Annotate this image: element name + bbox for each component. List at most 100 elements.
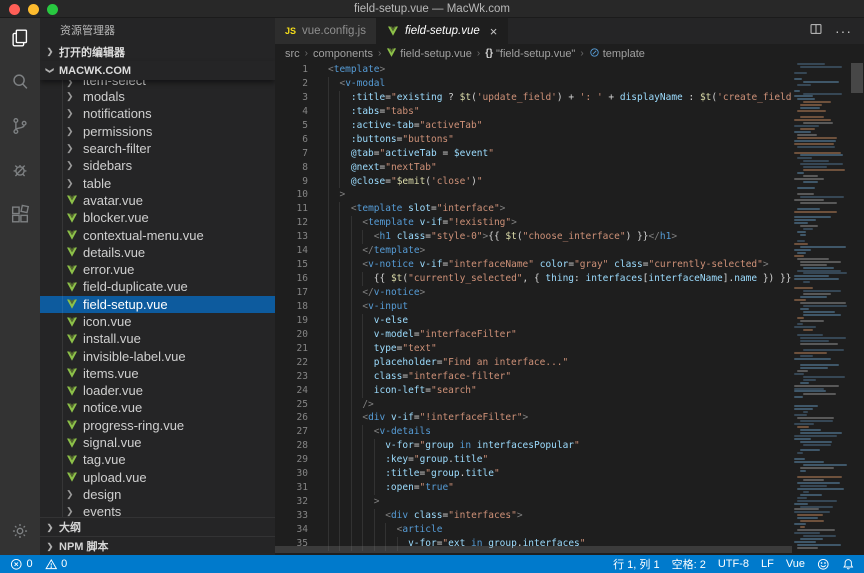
vertical-scrollbar[interactable] [850, 63, 864, 555]
code-line-33[interactable]: 33 <div class="interfaces"> [275, 509, 792, 523]
close-window-button[interactable] [9, 4, 20, 15]
code-line-27[interactable]: 27 <v-details [275, 425, 792, 439]
tree-file-tag.vue[interactable]: tag.vue [40, 451, 275, 468]
code-line-16[interactable]: 16 {{ $t("currently_selected", { thing: … [275, 272, 792, 286]
breadcrumb-item-3[interactable]: field-setup.vue [386, 47, 472, 61]
activity-item-debug[interactable] [0, 150, 40, 194]
tree-folder-table[interactable]: ❯table [40, 174, 275, 191]
tree-file-field-duplicate.vue[interactable]: field-duplicate.vue [40, 278, 275, 295]
breadcrumb-item-5[interactable]: template [589, 47, 645, 61]
breadcrumb-item-4[interactable]: {}"field-setup.vue" [485, 48, 575, 60]
code-line-12[interactable]: 12 <template v-if="!existing"> [275, 216, 792, 230]
breadcrumb-item-2[interactable]: components [313, 48, 373, 60]
code-line-28[interactable]: 28 v-for="group in interfacesPopular" [275, 439, 792, 453]
status-right-item-2[interactable]: UTF-8 [718, 558, 749, 570]
tree-file-invisible-label.vue[interactable]: invisible-label.vue [40, 347, 275, 364]
split-editor-icon[interactable] [809, 22, 823, 41]
code-line-20[interactable]: 20 v-model="interfaceFilter" [275, 328, 792, 342]
code-line-3[interactable]: 3 :title="existing ? $t('update_field') … [275, 91, 792, 105]
status-right-item-0[interactable]: 行 1, 列 1 [613, 556, 659, 572]
code-line-5[interactable]: 5 :active-tab="activeTab" [275, 119, 792, 133]
activity-item-files[interactable] [0, 18, 40, 62]
code-line-13[interactable]: 13 <h1 class="style-0">{{ $t("choose_int… [275, 230, 792, 244]
status-right-item-1[interactable]: 空格: 2 [672, 556, 706, 572]
code-line-8[interactable]: 8 @next="nextTab" [275, 161, 792, 175]
activity-item-settings[interactable] [0, 511, 40, 555]
status-warning[interactable]: 0 [45, 558, 68, 571]
tree-file-upload.vue[interactable]: upload.vue [40, 469, 275, 486]
code-line-1[interactable]: 1<template> [275, 63, 792, 77]
activity-item-search[interactable] [0, 62, 40, 106]
activity-item-source-control[interactable] [0, 106, 40, 150]
code-line-23[interactable]: 23 class="interface-filter" [275, 370, 792, 384]
code-line-24[interactable]: 24 icon-left="search" [275, 384, 792, 398]
close-tab-icon[interactable]: × [490, 24, 498, 39]
project-section-header[interactable]: ❯ MACWK.COM [40, 61, 275, 80]
activity-item-extensions[interactable] [0, 194, 40, 238]
outline-section[interactable]: ❯ 大纲 [40, 517, 275, 536]
status-error[interactable]: 0 [10, 558, 33, 571]
status-right-item-3[interactable]: LF [761, 558, 774, 570]
code-lines[interactable]: 1<template>2 <v-modal3 :title="existing … [275, 63, 792, 555]
tree-file-install.vue[interactable]: install.vue [40, 330, 275, 347]
tree-file-error.vue[interactable]: error.vue [40, 261, 275, 278]
horizontal-scrollbar[interactable] [275, 546, 792, 553]
status-bell[interactable] [842, 558, 855, 571]
status-right-item-4[interactable]: Vue [786, 558, 805, 570]
tree-folder-search-filter[interactable]: ❯search-filter [40, 140, 275, 157]
code-line-26[interactable]: 26 <div v-if="!interfaceFilter"> [275, 411, 792, 425]
tree-file-avatar.vue[interactable]: avatar.vue [40, 192, 275, 209]
code-line-29[interactable]: 29 :key="group.title" [275, 453, 792, 467]
tree-file-icon.vue[interactable]: icon.vue [40, 313, 275, 330]
status-feedback[interactable] [817, 558, 830, 571]
code-line-17[interactable]: 17 </v-notice> [275, 286, 792, 300]
code-line-6[interactable]: 6 :buttons="buttons" [275, 133, 792, 147]
tree-file-contextual-menu.vue[interactable]: contextual-menu.vue [40, 226, 275, 243]
breadcrumb-item-1[interactable]: src [285, 48, 300, 60]
tree-file-details.vue[interactable]: details.vue [40, 244, 275, 261]
tree-file-items.vue[interactable]: items.vue [40, 365, 275, 382]
code-line-25[interactable]: 25 /> [275, 398, 792, 412]
tree-file-signal.vue[interactable]: signal.vue [40, 434, 275, 451]
tree-file-blocker.vue[interactable]: blocker.vue [40, 209, 275, 226]
tree-file-progress-ring.vue[interactable]: progress-ring.vue [40, 417, 275, 434]
code-line-18[interactable]: 18 <v-input [275, 300, 792, 314]
tree-folder-permissions[interactable]: ❯permissions [40, 123, 275, 140]
tab-field-setup.vue[interactable]: field-setup.vue× [377, 18, 508, 44]
code-line-15[interactable]: 15 <v-notice v-if="interfaceName" color=… [275, 258, 792, 272]
minimize-window-button[interactable] [28, 4, 39, 15]
code-line-22[interactable]: 22 placeholder="Find an interface..." [275, 356, 792, 370]
more-actions-icon[interactable]: ··· [835, 23, 852, 39]
code-line-31[interactable]: 31 :open="true" [275, 481, 792, 495]
tree-folder-modals[interactable]: ❯modals [40, 88, 275, 105]
tree-folder-events[interactable]: ❯events [40, 503, 275, 517]
code-editor[interactable]: 1<template>2 <v-modal3 :title="existing … [275, 63, 864, 555]
tree-folder-sidebars[interactable]: ❯sidebars [40, 157, 275, 174]
tree-file-notice.vue[interactable]: notice.vue [40, 399, 275, 416]
tree-folder-notifications[interactable]: ❯notifications [40, 105, 275, 122]
code-line-11[interactable]: 11 <template slot="interface"> [275, 202, 792, 216]
vue-file-icon [66, 350, 80, 362]
open-editors-section[interactable]: ❯ 打开的编辑器 [40, 42, 275, 61]
code-line-14[interactable]: 14 </template> [275, 244, 792, 258]
code-line-9[interactable]: 9 @close="$emit('close')" [275, 175, 792, 189]
code-line-2[interactable]: 2 <v-modal [275, 77, 792, 91]
code-line-10[interactable]: 10 > [275, 188, 792, 202]
tree-file-loader.vue[interactable]: loader.vue [40, 382, 275, 399]
code-line-4[interactable]: 4 :tabs="tabs" [275, 105, 792, 119]
code-line-32[interactable]: 32 > [275, 495, 792, 509]
line-number: 18 [275, 300, 308, 314]
code-line-34[interactable]: 34 <article [275, 523, 792, 537]
minimap[interactable] [792, 63, 850, 555]
code-line-30[interactable]: 30 :title="group.title" [275, 467, 792, 481]
tree-folder-design[interactable]: ❯design [40, 486, 275, 503]
code-line-7[interactable]: 7 @tab="activeTab = $event" [275, 147, 792, 161]
tab-vue.config.js[interactable]: JSvue.config.js [275, 18, 377, 44]
code-line-21[interactable]: 21 type="text" [275, 342, 792, 356]
vertical-scrollbar-slider[interactable] [851, 63, 863, 93]
tree-file-field-setup.vue[interactable]: field-setup.vue [40, 296, 275, 313]
zoom-window-button[interactable] [47, 4, 58, 15]
code-line-19[interactable]: 19 v-else [275, 314, 792, 328]
tree-folder-item-select[interactable]: ❯item-select [40, 80, 275, 88]
npm-scripts-section[interactable]: ❯ NPM 脚本 [40, 536, 275, 555]
